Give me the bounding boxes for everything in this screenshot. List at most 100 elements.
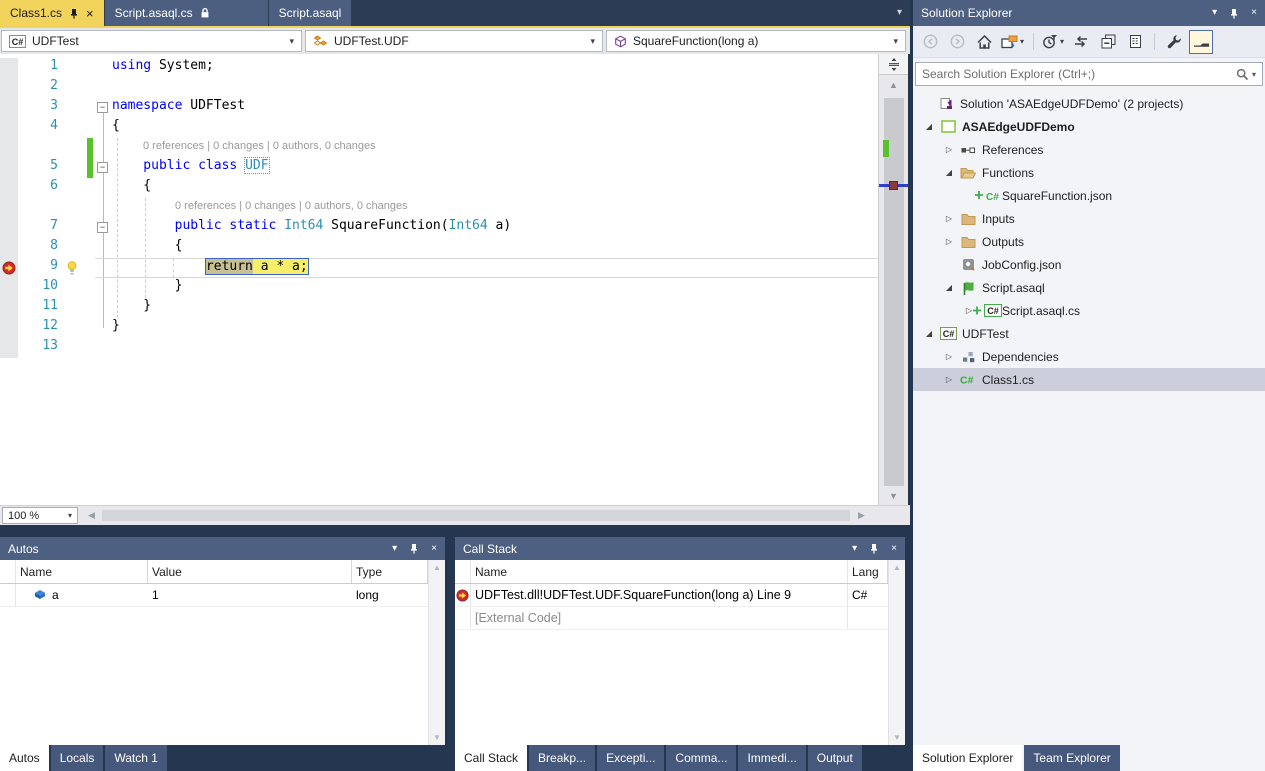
chevron-down-icon[interactable]: ▾ (1252, 70, 1256, 79)
expanded-arrow-icon[interactable]: ◢ (941, 283, 957, 292)
call-stack-scrollbar[interactable]: ▲▼ (888, 560, 905, 745)
code-text[interactable]: } (112, 318, 878, 338)
code-text[interactable]: { (112, 118, 878, 138)
breakpoint-margin[interactable] (0, 58, 18, 78)
code-text[interactable]: { (112, 238, 878, 258)
doc-tab-class1-cs[interactable]: Class1.cs× (0, 0, 104, 26)
breakpoint-margin[interactable] (0, 178, 18, 198)
horizontal-scrollbar-thumb[interactable] (102, 510, 850, 521)
collapse-all-button[interactable] (1096, 30, 1120, 54)
codelens-text[interactable]: 0 references | 0 changes | 0 authors, 0 … (112, 140, 376, 152)
breakpoint-margin[interactable] (0, 118, 18, 138)
close-icon[interactable]: × (86, 7, 94, 20)
tree-item-inputs[interactable]: ▷Inputs (913, 207, 1265, 230)
autos-row[interactable]: a1long (0, 584, 445, 607)
breakpoint-margin[interactable] (0, 78, 18, 98)
project-dropdown[interactable]: C#UDFTest▾ (1, 30, 302, 52)
breakpoint-margin[interactable] (0, 198, 18, 218)
show-all-files-button[interactable] (1123, 30, 1147, 54)
scroll-right-icon[interactable]: ▶ (858, 510, 865, 521)
fold-margin[interactable]: − (95, 158, 112, 178)
breakpoint-margin[interactable] (0, 138, 18, 158)
code-text[interactable]: using System; (112, 58, 878, 78)
collapse-box[interactable]: − (97, 222, 108, 233)
tool-tab-comma[interactable]: Comma... (666, 745, 736, 771)
code-text[interactable]: } (112, 278, 878, 298)
collapsed-arrow-icon[interactable]: ▷ (941, 145, 957, 154)
scroll-up-icon[interactable]: ▲ (879, 80, 908, 90)
editor-splitter-handle[interactable] (879, 54, 908, 75)
breakpoint-margin[interactable] (0, 338, 18, 358)
tree-item-references[interactable]: ▷References (913, 138, 1265, 161)
collapse-box[interactable]: − (97, 162, 108, 173)
sync-with-active-document-button[interactable] (1069, 30, 1093, 54)
code-text[interactable]: return a * a; (112, 258, 878, 278)
code-text[interactable]: 0 references | 0 changes | 0 authors, 0 … (112, 198, 878, 218)
fold-margin[interactable]: − (95, 218, 112, 238)
chevron-down-icon[interactable]: ▾ (1060, 37, 1064, 46)
tool-tab-autos[interactable]: Autos (0, 745, 49, 771)
breakpoint-margin[interactable] (0, 98, 18, 118)
code-text[interactable]: namespace UDFTest (112, 98, 878, 118)
search-input[interactable] (916, 67, 1236, 81)
tool-tab-call-stack[interactable]: Call Stack (455, 745, 527, 771)
code-text[interactable]: { (112, 178, 878, 198)
close-icon[interactable]: × (1251, 8, 1257, 18)
tool-tab-excepti[interactable]: Excepti... (597, 745, 664, 771)
tree-item-outputs[interactable]: ▷Outputs (913, 230, 1265, 253)
pin-icon[interactable] (869, 543, 879, 554)
chevron-down-icon[interactable]: ▾ (1020, 37, 1024, 46)
column-header-name[interactable]: Name (471, 560, 848, 583)
tree-item-asaedgeudfdemo[interactable]: ◢ASAEdgeUDFDemo (913, 115, 1265, 138)
breakpoint-margin[interactable] (0, 318, 18, 338)
lightbulb-icon[interactable] (66, 261, 78, 276)
tool-tab-solution-explorer[interactable]: Solution Explorer (913, 745, 1022, 771)
breakpoint-margin[interactable] (0, 258, 18, 278)
breakpoint-margin[interactable] (0, 298, 18, 318)
tree-item-udftest[interactable]: ◢C#UDFTest (913, 322, 1265, 345)
pin-icon[interactable] (69, 8, 79, 19)
code-text[interactable] (112, 78, 878, 98)
collapsed-arrow-icon[interactable]: ▷ (941, 352, 957, 361)
pending-changes-filter-button[interactable]: ▾ (1041, 30, 1066, 54)
collapsed-arrow-icon[interactable]: ▷ (941, 237, 957, 246)
collapse-box[interactable]: − (97, 102, 108, 113)
pin-icon[interactable] (409, 543, 419, 554)
expanded-arrow-icon[interactable]: ◢ (941, 168, 957, 177)
fold-margin[interactable]: − (95, 98, 112, 118)
doc-tab-script-asaql-cs[interactable]: Script.asaql.cs (105, 0, 268, 26)
chevron-down-icon[interactable]: ▾ (852, 544, 857, 554)
autos-scrollbar[interactable]: ▲▼ (428, 560, 445, 745)
tool-tab-locals[interactable]: Locals (51, 745, 104, 771)
tool-tab-team-explorer[interactable]: Team Explorer (1024, 745, 1119, 771)
editor-vertical-scrollbar[interactable]: ▲ ▼ (878, 54, 908, 505)
search-icon[interactable] (1236, 68, 1249, 81)
breakpoint-margin[interactable] (0, 238, 18, 258)
code-editor[interactable]: 1using System;23−namespace UDFTest4{0 re… (0, 54, 878, 505)
column-header-lang[interactable]: Lang (848, 560, 888, 583)
code-text[interactable]: 0 references | 0 changes | 0 authors, 0 … (112, 138, 878, 158)
call-stack-frame[interactable]: [External Code] (455, 607, 905, 630)
solution-explorer-search[interactable]: ▾ (915, 62, 1263, 86)
scroll-down-icon[interactable]: ▼ (879, 491, 908, 501)
tool-tab-watch-1[interactable]: Watch 1 (105, 745, 167, 771)
tree-item-class1-cs[interactable]: ▷C#Class1.cs (913, 368, 1265, 391)
column-header-type[interactable]: Type (352, 560, 428, 583)
tree-item-script-asaql-cs[interactable]: ▷C#Script.asaql.cs (913, 299, 1265, 322)
home-button[interactable] (972, 30, 996, 54)
code-text[interactable]: } (112, 298, 878, 318)
expanded-arrow-icon[interactable]: ◢ (921, 329, 937, 338)
breakpoint-margin[interactable] (0, 158, 18, 178)
tree-item-jobconfig-json[interactable]: JobConfig.json (913, 253, 1265, 276)
collapsed-arrow-icon[interactable]: ▷ (941, 375, 957, 384)
column-header-name[interactable]: Name (16, 560, 148, 583)
editor-zoom-select[interactable]: 100 % ▾ (2, 507, 78, 524)
tree-item-dependencies[interactable]: ▷Dependencies (913, 345, 1265, 368)
preview-selected-items-button[interactable] (1189, 30, 1213, 54)
close-icon[interactable]: × (891, 544, 897, 554)
breakpoint-margin[interactable] (0, 278, 18, 298)
back-button[interactable] (918, 30, 942, 54)
column-header-value[interactable]: Value (148, 560, 352, 583)
collapsed-arrow-icon[interactable]: ▷ (941, 214, 957, 223)
properties-button[interactable] (1162, 30, 1186, 54)
